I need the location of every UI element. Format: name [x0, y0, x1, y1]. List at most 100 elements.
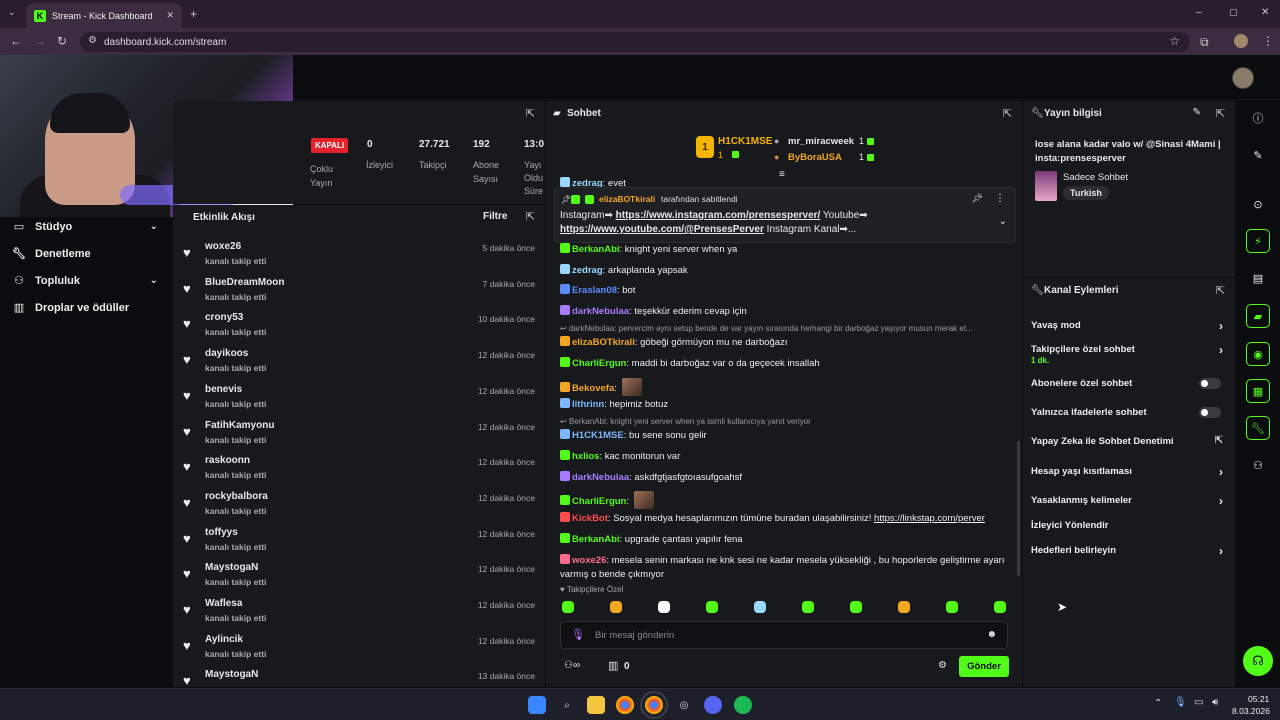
sidebar-item-moderation[interactable]: 🔧︎ Denetleme: [0, 240, 172, 267]
target-icon[interactable]: ⊙: [1246, 192, 1270, 216]
minimize-button[interactable]: –: [1196, 7, 1202, 18]
channel-points-icon[interactable]: ⚇∞: [564, 660, 580, 671]
close-window-button[interactable]: ✕: [1261, 7, 1269, 18]
edit-pencil-icon[interactable]: ✎: [1193, 107, 1201, 118]
activity-user[interactable]: raskoonn: [205, 455, 250, 466]
toggle-switch[interactable]: [1199, 407, 1221, 418]
activity-user[interactable]: MaystogaN: [205, 669, 258, 680]
send-button[interactable]: Gönder: [959, 656, 1009, 677]
chat-input[interactable]: 🎙︎ Bir mesaj gönderin ☻: [560, 621, 1008, 649]
chrome-icon[interactable]: [616, 696, 634, 714]
browser-tab-active[interactable]: K Stream - Kick Dashboard ✕: [26, 3, 182, 28]
chat-scrollbar[interactable]: [1017, 441, 1020, 576]
emote-button[interactable]: [946, 601, 958, 613]
activity-user[interactable]: FatihKamyonu: [205, 420, 274, 431]
bookmark-star-icon[interactable]: ☆: [1169, 34, 1180, 48]
emoji-icon[interactable]: ☻: [986, 629, 997, 640]
channel-action-item[interactable]: Hesap yaşı kısıtlaması ›: [1031, 465, 1227, 479]
channel-action-item[interactable]: Yapay Zeka ile Sohbet Denetimi ⇱: [1031, 435, 1227, 447]
popout-icon[interactable]: ⇱: [1216, 284, 1225, 297]
chat-username[interactable]: H1CK1MSE: [572, 430, 624, 441]
chrome-active-icon[interactable]: [640, 691, 668, 719]
tab-list-icon[interactable]: ⌄: [8, 7, 16, 18]
chat-username[interactable]: darkNebulaa: [572, 472, 629, 483]
search-icon[interactable]: ⌕: [558, 696, 576, 714]
obs-icon[interactable]: ◎: [675, 696, 693, 714]
display-icon[interactable]: ▭: [1194, 697, 1203, 708]
chat-username[interactable]: darkNebulaa: [572, 306, 629, 317]
channel-action-item[interactable]: Yalnızca ifadelerle sohbet: [1031, 407, 1227, 418]
mic-icon[interactable]: 🎙︎: [571, 628, 585, 641]
file-explorer-icon[interactable]: [587, 696, 605, 714]
start-icon[interactable]: [528, 696, 546, 714]
chat-username[interactable]: zedrag: [572, 265, 603, 276]
emote-button[interactable]: [850, 601, 862, 613]
chat-username[interactable]: hxlios: [572, 451, 599, 462]
back-icon[interactable]: ←: [10, 34, 22, 48]
channel-action-item[interactable]: İzleyici Yönlendir: [1031, 520, 1227, 531]
activity-user[interactable]: Aylincik: [205, 634, 243, 645]
layout-icon[interactable]: ▦: [1246, 379, 1270, 403]
pinned-message[interactable]: 📌︎ elizaBOTkirali tarafından sabitlendi …: [554, 187, 1016, 243]
discord-icon[interactable]: [704, 696, 722, 714]
unpin-icon[interactable]: 📌︎: [972, 193, 983, 204]
popout-icon[interactable]: ⇱: [526, 210, 535, 223]
volume-icon[interactable]: 🔊︎: [1212, 697, 1218, 708]
emote-button[interactable]: [562, 601, 574, 613]
sidebar-item-drops[interactable]: ▥ Droplar ve ödüller: [0, 294, 172, 321]
emote-button[interactable]: [898, 601, 910, 613]
close-tab-icon[interactable]: ✕: [166, 10, 174, 21]
spotify-icon[interactable]: [734, 696, 752, 714]
pinned-link[interactable]: https://www.instagram.com/prensesperver/: [616, 210, 821, 221]
reload-icon[interactable]: ↻: [57, 34, 67, 48]
maximize-button[interactable]: ▢: [1229, 7, 1238, 18]
toggle-switch[interactable]: [1199, 378, 1221, 389]
activity-user[interactable]: woxe26: [205, 241, 241, 252]
profile-avatar[interactable]: [1234, 34, 1248, 48]
wrench-icon[interactable]: 🔧︎: [1246, 416, 1270, 440]
forward-icon[interactable]: →: [34, 34, 46, 48]
edit-pencil-icon[interactable]: ✎: [1246, 143, 1270, 167]
chat-username[interactable]: Bekovefa: [572, 383, 614, 394]
activity-user[interactable]: Waflesa: [205, 598, 242, 609]
document-icon[interactable]: ▤: [1246, 266, 1270, 290]
chat-username[interactable]: BerkanAbi: [572, 244, 620, 255]
emote-button[interactable]: [658, 601, 670, 613]
chat-username[interactable]: elizaBOTkirali: [572, 337, 635, 348]
channel-action-item[interactable]: Yavaş mod ›: [1031, 319, 1227, 333]
address-bar[interactable]: ⚙ dashboard.kick.com/stream ☆: [80, 32, 1190, 52]
broadcast-icon[interactable]: ◉: [1246, 342, 1270, 366]
activity-user[interactable]: toffyys: [205, 527, 238, 538]
sidebar-item-community[interactable]: ⚇ Topluluk ⌄: [0, 267, 172, 294]
emote-button[interactable]: [994, 601, 1006, 613]
info-icon[interactable]: ⓘ: [1246, 106, 1270, 130]
channel-action-item[interactable]: Yasaklanmış kelimeler ›: [1031, 494, 1227, 508]
channel-action-item[interactable]: Abonelere özel sohbet: [1031, 378, 1227, 389]
site-info-icon[interactable]: ⚙: [88, 35, 97, 46]
chat-username[interactable]: KickBot: [572, 513, 608, 524]
activity-user[interactable]: dayikoos: [205, 348, 248, 359]
popout-icon[interactable]: ⇱: [526, 107, 535, 120]
popout-icon[interactable]: ⇱: [1216, 107, 1225, 120]
user-avatar[interactable]: [1232, 67, 1254, 89]
community-icon[interactable]: ⚇: [1246, 453, 1270, 477]
tray-chevron-icon[interactable]: ⌃: [1154, 698, 1162, 709]
emote-button[interactable]: [610, 601, 622, 613]
top-gifter-1-name[interactable]: H1CK1MSE: [718, 136, 772, 147]
chevron-down-icon[interactable]: ⌄: [999, 216, 1007, 227]
gift-icon[interactable]: ▥: [608, 659, 618, 672]
activity-user[interactable]: BlueDreamMoon: [205, 277, 284, 288]
lightning-icon[interactable]: ⚡︎: [1246, 229, 1270, 253]
extensions-icon[interactable]: ⧉: [1200, 35, 1209, 50]
chat-link[interactable]: https://linkstap.com/perver: [874, 513, 985, 524]
activity-user[interactable]: crony53: [205, 312, 243, 323]
top-gifter-2-name[interactable]: mr_miracweek: [788, 136, 854, 147]
activity-user[interactable]: rockybalbora: [205, 491, 268, 502]
activity-user[interactable]: benevis: [205, 384, 242, 395]
chat-username[interactable]: woxe26: [572, 555, 606, 566]
chat-username[interactable]: CharliErgun: [572, 496, 626, 507]
chat-username[interactable]: BerkanAbi: [572, 534, 620, 545]
pinned-link[interactable]: https://www.youtube.com/@PrensesPerver: [560, 224, 764, 235]
top-gifter-3-name[interactable]: ByBoraUSA: [788, 152, 842, 163]
chat-username[interactable]: Eraslan08: [572, 285, 617, 296]
